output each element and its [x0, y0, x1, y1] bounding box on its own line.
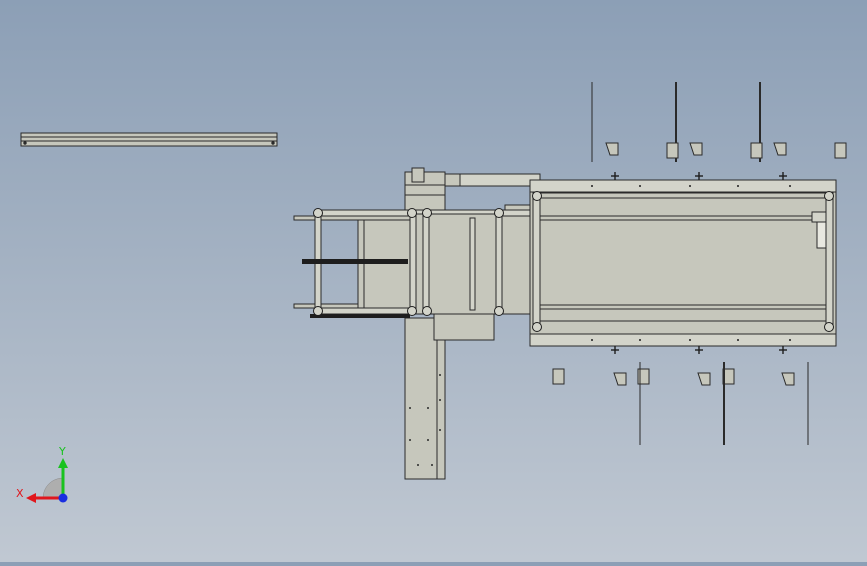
cad-graphics-area[interactable]: Y X [0, 0, 867, 562]
top-sensor-brackets[interactable] [591, 82, 847, 162]
bottom-fasteners [611, 346, 787, 354]
coordinate-triad: Y X [16, 445, 68, 503]
vertical-support-leg[interactable] [404, 317, 446, 480]
bottom-sensor-brackets[interactable] [552, 362, 809, 445]
x-axis-label: X [16, 487, 24, 500]
loose-rail-part[interactable] [20, 132, 278, 147]
drawing-canvas[interactable]: Y X [0, 0, 867, 562]
y-axis-label: Y [58, 445, 66, 458]
z-axis-dot [58, 493, 68, 503]
top-fasteners [611, 172, 787, 180]
main-conveyor-body[interactable] [529, 179, 837, 347]
